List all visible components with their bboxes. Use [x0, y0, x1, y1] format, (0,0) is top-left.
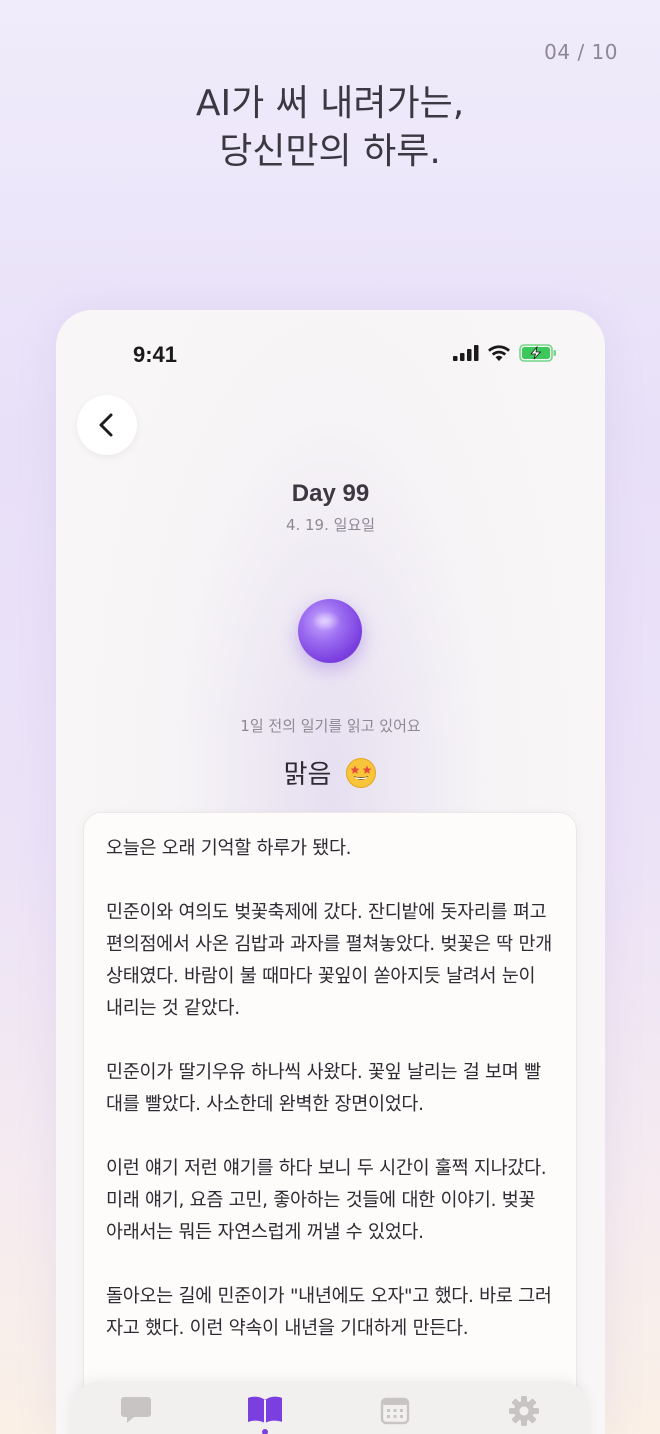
tab-diary[interactable] [235, 1395, 295, 1434]
reading-status-text: 1일 전의 일기를 읽고 있어요 [240, 717, 421, 735]
star-struck-emoji-icon [346, 757, 377, 788]
battery-charging-icon [519, 344, 556, 362]
tab-chat[interactable] [106, 1395, 166, 1434]
ai-orb-icon [298, 599, 362, 663]
diary-paragraph: 민준이와 여의도 벚꽃축제에 갔다. 잔디밭에 돗자리를 펴고 편의점에서 사온… [106, 902, 552, 1019]
tab-calendar[interactable] [365, 1395, 425, 1434]
page-counter: 04 / 10 [544, 40, 618, 64]
open-book-icon [248, 1396, 283, 1423]
gear-icon [509, 1396, 540, 1426]
back-button[interactable] [77, 395, 137, 455]
active-tab-indicator [262, 1429, 269, 1434]
weather-mood-row: 맑음 [56, 754, 605, 791]
signal-icon [453, 345, 479, 361]
page-headline: AI가 써 내려가는, 당신만의 하루. [0, 80, 660, 176]
calendar-icon [380, 1397, 409, 1425]
wifi-icon [488, 344, 510, 361]
diary-paragraph: 민준이가 딸기우유 하나씩 사왔다. 꽃잎 날리는 걸 보며 빨대를 빨았다. … [106, 1062, 541, 1115]
orb-highlight [312, 611, 340, 631]
diary-date: 4. 19. 일요일 [285, 516, 376, 534]
status-bar: 9:41 [56, 340, 605, 370]
diary-entry-card[interactable]: 오늘은 오래 기억할 하루가 됐다. 민준이와 여의도 벚꽃축제에 갔다. 잔디… [83, 812, 577, 1434]
diary-paragraph: 오늘은 오래 기억할 하루가 됐다. [106, 838, 352, 859]
diary-paragraph: 돌아오는 길에 민준이가 "내년에도 오자"고 했다. 바로 그러자고 했다. … [106, 1286, 552, 1339]
diary-paragraph: 이런 얘기 저런 얘기를 하다 보니 두 시간이 훌쩍 지나갔다. 미래 얘기,… [106, 1158, 547, 1243]
bottom-tab-bar [71, 1381, 589, 1434]
phone-mockup: 9:41 Day 99 4. 19. 일요일 1일 전의 일기를 읽고 있어요 … [56, 310, 605, 1434]
tab-settings[interactable] [494, 1395, 554, 1434]
headline-line-2: 당신만의 하루. [219, 131, 441, 172]
chat-bubble-icon [120, 1397, 151, 1423]
chevron-left-icon [99, 413, 113, 437]
weather-label: 맑음 [283, 760, 332, 790]
diary-day-title: Day 99 [291, 480, 370, 507]
status-time: 9:41 [133, 342, 178, 367]
headline-line-1: AI가 써 내려가는, [195, 83, 465, 124]
status-icons [453, 344, 557, 362]
